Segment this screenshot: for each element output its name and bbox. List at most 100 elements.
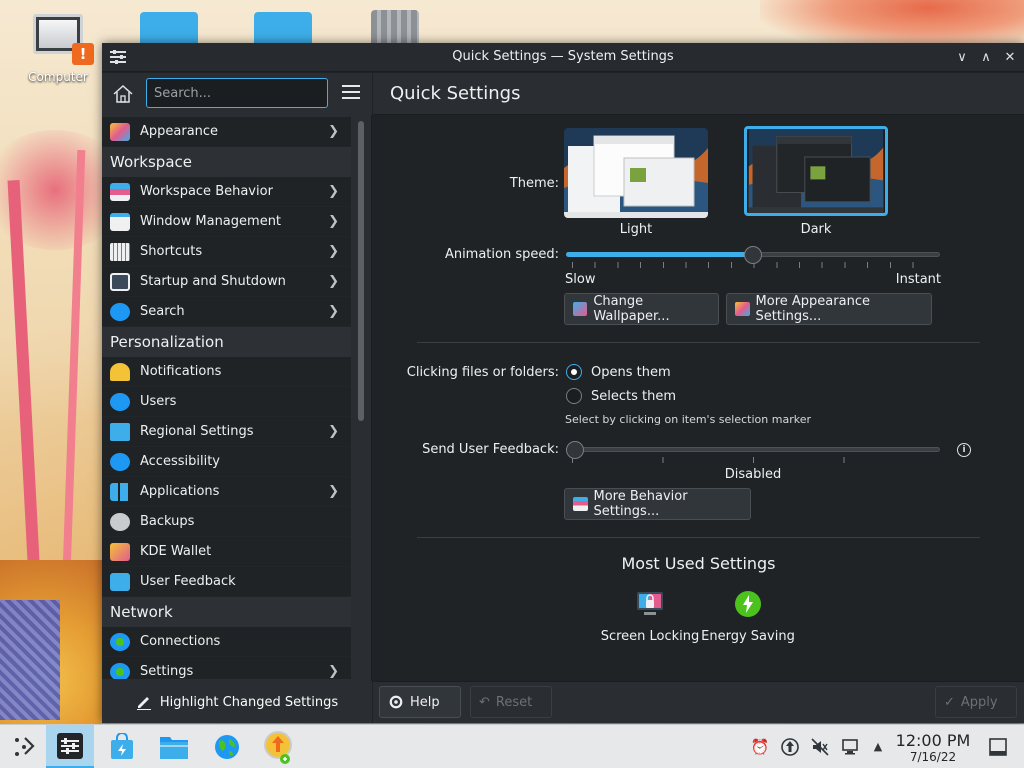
system-settings-icon [57, 732, 83, 759]
bell-icon [110, 362, 130, 381]
show-desktop-icon[interactable] [988, 737, 1008, 757]
chevron-right-icon: ❯ [328, 124, 339, 139]
most-used-energy-saving[interactable]: Energy Saving [698, 590, 798, 646]
slider-ticks [572, 457, 934, 463]
sidebar-category: Workspace [102, 147, 351, 177]
sidebar-item-connections[interactable]: Connections [102, 627, 351, 657]
scrollbar-thumb[interactable] [358, 121, 364, 421]
sidebar-item-user-feedback[interactable]: User Feedback [102, 567, 351, 597]
globe-icon [215, 735, 239, 759]
window-title: Quick Settings — System Settings [452, 49, 674, 64]
close-button[interactable]: ✕ [1000, 48, 1020, 68]
section-divider [417, 537, 980, 538]
sidebar-item-label: User Feedback [140, 574, 236, 589]
sidebar-item-applications[interactable]: Applications ❯ [102, 477, 351, 507]
taskbar-discover[interactable] [98, 725, 146, 768]
chevron-right-icon: ❯ [328, 424, 339, 439]
tray-expand-icon[interactable]: ▲ [868, 737, 888, 757]
clock[interactable]: 12:00 PM 7/16/22 [894, 731, 972, 765]
opens-them-label[interactable]: Opens them [591, 365, 671, 380]
sidebar-item-shortcuts[interactable]: Shortcuts ❯ [102, 237, 351, 267]
most-used-title: Most Used Settings [621, 554, 776, 573]
change-wallpaper-button[interactable]: Change Wallpaper... [564, 293, 719, 325]
more-appearance-button[interactable]: More Appearance Settings... [726, 293, 932, 325]
workspace-behavior-icon [110, 182, 130, 201]
application-launcher[interactable] [0, 725, 48, 768]
taskbar-browser[interactable] [203, 725, 251, 768]
more-behavior-label: More Behavior Settings... [593, 489, 688, 519]
network-icon[interactable] [840, 737, 860, 757]
most-used-screen-locking[interactable]: Screen Locking [600, 590, 700, 646]
window-titlebar[interactable]: Quick Settings — System Settings ∨ ∧ ✕ [102, 43, 1024, 72]
energy-saving-icon [735, 591, 761, 617]
desktop-folder-icon[interactable] [254, 12, 312, 44]
taskbar: ⏰ ▲ 12:00 PM 7/16/22 [0, 724, 1024, 768]
apply-button[interactable]: ✓ Apply [935, 686, 1017, 718]
help-button[interactable]: Help [379, 686, 461, 718]
alarm-icon[interactable]: ⏰ [750, 737, 770, 757]
main-footer: Help ↶ Reset ✓ Apply [373, 681, 1024, 723]
slider-handle[interactable] [566, 441, 584, 459]
opens-them-radio[interactable] [566, 364, 582, 380]
maximize-button[interactable]: ∧ [976, 48, 996, 68]
slider-handle[interactable] [744, 246, 762, 264]
search-input[interactable] [146, 78, 328, 108]
window-management-icon [110, 212, 130, 231]
sidebar-item-settings[interactable]: Settings ❯ [102, 657, 351, 679]
appearance-icon [735, 302, 750, 316]
startup-icon [110, 272, 130, 291]
sidebar-item-backups[interactable]: Backups [102, 507, 351, 537]
sidebar-item-label: Users [140, 394, 177, 409]
sidebar-item-users[interactable]: Users [102, 387, 351, 417]
users-icon [110, 392, 130, 411]
sidebar-item-kde-wallet[interactable]: KDE Wallet [102, 537, 351, 567]
feedback-slider[interactable] [566, 439, 940, 463]
clock-time: 12:00 PM [895, 731, 971, 750]
light-theme-preview [564, 128, 708, 218]
sidebar-item-label: KDE Wallet [140, 544, 212, 559]
more-behavior-button[interactable]: More Behavior Settings... [564, 488, 751, 520]
sidebar-item-notifications[interactable]: Notifications [102, 357, 351, 387]
sidebar-item-label: Search [140, 304, 185, 319]
taskbar-file-manager[interactable] [150, 725, 198, 768]
theme-dark-thumbnail[interactable] [744, 126, 888, 216]
taskbar-updates[interactable] [254, 725, 302, 768]
sidebar-scrollbar[interactable] [357, 117, 365, 679]
warning-badge-icon: ! [72, 43, 94, 65]
desktop-trash-icon[interactable] [371, 10, 419, 44]
checkmark-icon: ✓ [944, 694, 955, 710]
system-settings-window: Quick Settings — System Settings ∨ ∧ ✕ A… [102, 43, 1024, 723]
sidebar-item-label: Window Management [140, 214, 282, 229]
animation-speed-slider[interactable] [566, 244, 940, 268]
wallet-icon [110, 542, 130, 561]
sidebar-item-appearance[interactable]: Appearance ❯ [102, 117, 351, 147]
regional-icon [110, 422, 130, 441]
minimize-button[interactable]: ∨ [952, 48, 972, 68]
info-icon[interactable]: i [957, 443, 971, 457]
sidebar-item-workspace-behavior[interactable]: Workspace Behavior ❯ [102, 177, 351, 207]
chevron-right-icon: ❯ [328, 244, 339, 259]
theme-light-thumbnail[interactable] [564, 128, 708, 218]
reset-button[interactable]: ↶ Reset [470, 686, 552, 718]
highlight-changed-button[interactable]: Highlight Changed Settings [102, 681, 372, 723]
desktop-folder-icon[interactable] [140, 12, 198, 44]
sidebar-item-window-management[interactable]: Window Management ❯ [102, 207, 351, 237]
selects-them-label[interactable]: Selects them [591, 389, 676, 404]
change-wallpaper-label: Change Wallpaper... [593, 294, 670, 324]
taskbar-system-settings[interactable] [46, 725, 94, 768]
sidebar-item-regional-settings[interactable]: Regional Settings ❯ [102, 417, 351, 447]
hamburger-menu-icon[interactable] [342, 85, 360, 101]
sidebar-item-search[interactable]: Search ❯ [102, 297, 351, 327]
sidebar-category: Personalization [102, 327, 351, 357]
help-icon [389, 695, 403, 709]
sidebar-item-accessibility[interactable]: Accessibility [102, 447, 351, 477]
volume-muted-icon[interactable] [810, 737, 830, 757]
home-icon[interactable] [111, 83, 135, 105]
selects-them-radio[interactable] [566, 388, 582, 404]
desktop-icon-computer[interactable]: ! Computer [24, 14, 94, 84]
apply-label: Apply [960, 694, 998, 710]
sidebar-item-startup-and-shutdown[interactable]: Startup and Shutdown ❯ [102, 267, 351, 297]
sidebar-item-label: Workspace Behavior [140, 184, 273, 199]
sidebar-item-label: Accessibility [140, 454, 220, 469]
updates-tray-icon[interactable] [780, 737, 800, 757]
